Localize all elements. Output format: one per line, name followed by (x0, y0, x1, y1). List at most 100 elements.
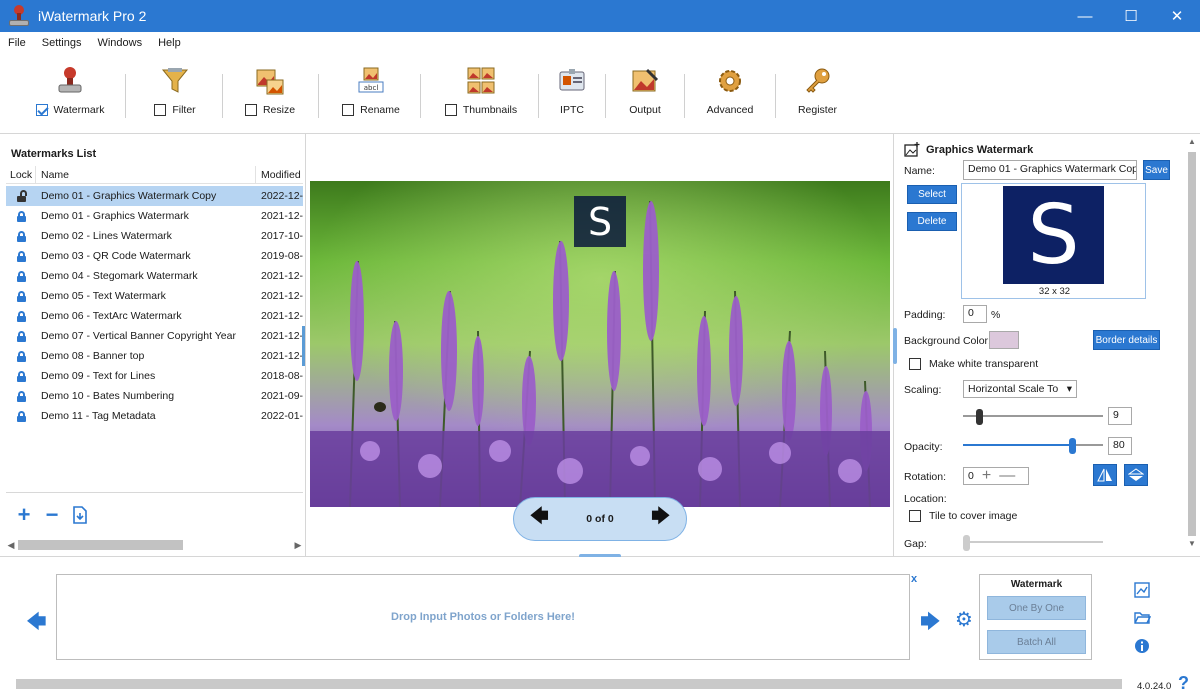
one-by-one-button[interactable]: One By One (987, 596, 1086, 620)
border-details-button[interactable]: Border details (1093, 330, 1160, 350)
list-item[interactable]: Demo 10 - Bates Numbering 2021-09- (6, 386, 303, 406)
scale-slider[interactable] (963, 409, 1103, 425)
watermark-checkbox[interactable] (35, 104, 48, 116)
name-field[interactable]: Demo 01 - Graphics Watermark Copy (963, 160, 1137, 180)
lock-icon[interactable] (16, 370, 26, 382)
scaling-select[interactable]: Horizontal Scale To ▾ (963, 380, 1077, 398)
info-icon[interactable] (1133, 637, 1151, 655)
menu-windows[interactable]: Windows (89, 37, 150, 49)
minimize-button[interactable]: — (1062, 0, 1108, 32)
watermark-overlay[interactable]: S (574, 196, 626, 247)
import-file-icon[interactable] (70, 506, 90, 526)
scroll-left-icon[interactable]: ◀ (6, 540, 16, 551)
previous-arrow-icon[interactable]: 🡄 (530, 504, 549, 534)
make-white-transparent-option[interactable]: Make white transparent (909, 358, 1038, 370)
background-color-swatch[interactable] (989, 331, 1019, 349)
lock-icon[interactable] (16, 270, 26, 282)
lock-icon[interactable] (16, 330, 26, 342)
column-name[interactable]: Name (36, 165, 256, 184)
list-item[interactable]: Demo 01 - Graphics Watermark Copy 2022-12… (6, 186, 303, 206)
next-arrow-icon[interactable]: 🡆 (651, 504, 670, 534)
tool-register[interactable]: Register (790, 66, 845, 130)
left-arrow-icon[interactable]: 🡄 (26, 607, 47, 641)
open-folder-icon[interactable] (1133, 609, 1151, 627)
lock-icon[interactable] (16, 210, 26, 222)
tool-resize[interactable]: Resize (240, 66, 300, 130)
right-arrow-icon[interactable]: 🡆 (920, 607, 941, 641)
scale-value-field[interactable]: 9 (1108, 407, 1132, 425)
delete-button[interactable]: Delete (907, 212, 957, 231)
watermark-image: S (1003, 186, 1104, 284)
plus-icon[interactable]: + (982, 467, 991, 485)
right-panel-scrollbar[interactable]: ▲ ▼ (1186, 136, 1198, 554)
column-modified[interactable]: Modified (256, 166, 303, 184)
flip-vertical-button[interactable] (1124, 464, 1148, 486)
tile-option[interactable]: Tile to cover image (909, 510, 1017, 522)
stamp-icon (55, 66, 85, 96)
list-item[interactable]: Demo 03 - QR Code Watermark 2019-08- (6, 246, 303, 266)
tool-advanced[interactable]: Advanced (700, 66, 760, 130)
gap-slider[interactable] (963, 535, 1103, 551)
menu-help[interactable]: Help (150, 37, 189, 49)
remove-watermark-icon[interactable]: − (42, 504, 62, 526)
select-button[interactable]: Select (907, 185, 957, 204)
opacity-slider[interactable] (963, 438, 1103, 454)
menu-file[interactable]: File (0, 37, 34, 49)
tool-output[interactable]: Output (620, 66, 670, 130)
lock-icon[interactable] (16, 410, 26, 422)
lock-icon[interactable] (16, 350, 26, 362)
drop-zone[interactable]: Drop Input Photos or Folders Here! (56, 574, 910, 660)
save-button[interactable]: Save (1143, 160, 1170, 180)
minus-icon[interactable]: — (999, 467, 1015, 485)
list-horizontal-scrollbar[interactable]: ◀ ▶ (6, 538, 303, 552)
image-chart-icon[interactable] (1133, 581, 1151, 599)
make-white-transparent-checkbox[interactable] (909, 358, 921, 370)
tile-checkbox[interactable] (909, 510, 921, 522)
list-item[interactable]: Demo 06 - TextArc Watermark 2021-12- (6, 306, 303, 326)
clear-input-button[interactable]: x (911, 573, 917, 585)
resize-checkbox[interactable] (244, 104, 257, 116)
preview-navigator: 🡄 0 of 0 🡆 (513, 497, 687, 541)
flip-horizontal-button[interactable] (1093, 464, 1117, 486)
column-lock[interactable]: Lock (6, 165, 36, 184)
padding-field[interactable]: 0 (963, 305, 987, 323)
rename-checkbox[interactable] (342, 104, 355, 116)
thumbnails-label: Thumbnails (462, 104, 518, 116)
rotation-stepper: 0 + — (963, 467, 1029, 485)
settings-gear-icon[interactable]: ⚙ (955, 607, 973, 632)
list-item[interactable]: Demo 02 - Lines Watermark 2017-10- (6, 226, 303, 246)
tool-watermark[interactable]: Watermark (30, 66, 110, 130)
scroll-up-icon[interactable]: ▲ (1186, 136, 1198, 148)
tool-thumbnails[interactable]: Thumbnails (438, 66, 524, 130)
opacity-value-field[interactable]: 80 (1108, 437, 1132, 455)
filter-checkbox[interactable] (154, 104, 167, 116)
lock-icon[interactable] (16, 310, 26, 322)
lock-icon[interactable] (16, 250, 26, 262)
background-color-label: Background Color: (904, 335, 991, 347)
tool-rename[interactable]: abcl Rename (336, 66, 406, 130)
add-watermark-icon[interactable]: + (14, 504, 34, 526)
thumbnails-checkbox[interactable] (444, 104, 457, 116)
help-icon[interactable]: ? (1178, 673, 1189, 694)
rotation-value[interactable]: 0 (968, 470, 974, 482)
list-item[interactable]: Demo 07 - Vertical Banner Copyright Year… (6, 326, 303, 346)
tool-iptc[interactable]: IPTC (552, 66, 592, 130)
list-item[interactable]: Demo 04 - Stegomark Watermark 2021-12- (6, 266, 303, 286)
scroll-down-icon[interactable]: ▼ (1186, 538, 1198, 550)
lock-icon[interactable] (16, 390, 26, 402)
maximize-button[interactable]: ☐ (1108, 0, 1154, 32)
list-item[interactable]: Demo 05 - Text Watermark 2021-12- (6, 286, 303, 306)
list-item[interactable]: Demo 11 - Tag Metadata 2022-01- (6, 406, 303, 426)
unlock-icon[interactable] (16, 189, 27, 202)
tool-filter[interactable]: Filter (145, 66, 205, 130)
list-item[interactable]: Demo 01 - Graphics Watermark 2021-12- (6, 206, 303, 226)
close-button[interactable]: ✕ (1154, 0, 1200, 32)
lock-icon[interactable] (16, 290, 26, 302)
menu-settings[interactable]: Settings (34, 37, 90, 49)
list-item[interactable]: Demo 09 - Text for Lines 2018-08- (6, 366, 303, 386)
lock-icon[interactable] (16, 230, 26, 242)
batch-all-button[interactable]: Batch All (987, 630, 1086, 654)
vertical-splitter-grip[interactable] (893, 328, 897, 364)
list-item[interactable]: Demo 08 - Banner top 2021-12- (6, 346, 303, 366)
scroll-right-icon[interactable]: ▶ (293, 540, 303, 551)
